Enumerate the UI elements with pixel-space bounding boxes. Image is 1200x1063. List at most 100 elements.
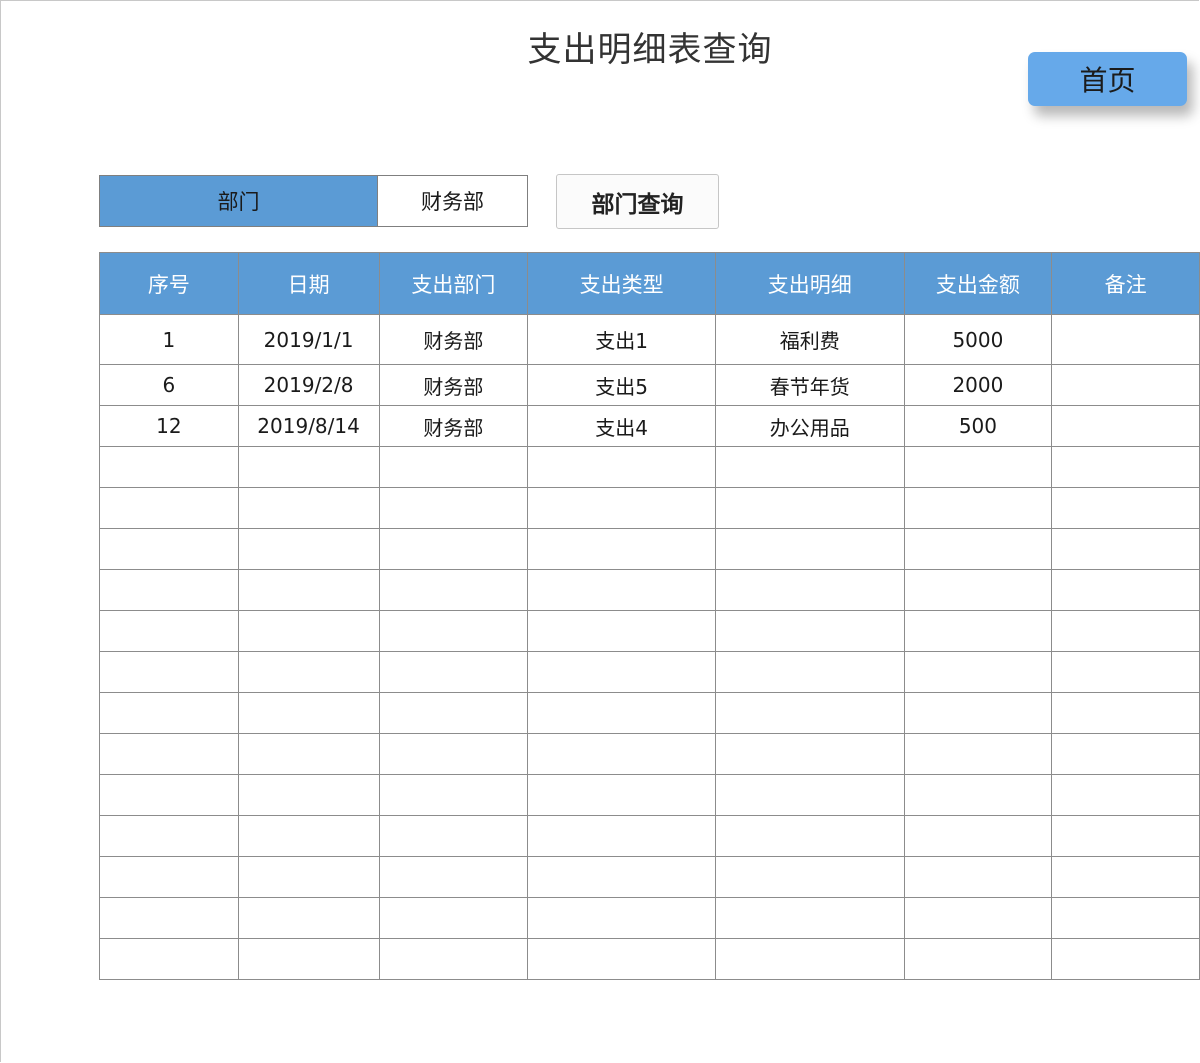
cell-date[interactable] (237, 897, 380, 939)
cell-remark[interactable] (1051, 314, 1200, 365)
cell-type[interactable] (527, 446, 716, 488)
cell-date[interactable] (237, 569, 380, 611)
cell-amount[interactable] (903, 692, 1053, 734)
cell-detail[interactable]: 办公用品 (714, 405, 905, 447)
cell-index[interactable] (99, 651, 239, 693)
cell-date[interactable] (237, 528, 380, 570)
department-input[interactable]: 财务部 (377, 175, 528, 227)
cell-detail[interactable]: 福利费 (714, 314, 905, 365)
cell-amount[interactable] (903, 856, 1053, 898)
cell-amount[interactable] (903, 528, 1053, 570)
cell-remark[interactable] (1051, 651, 1200, 693)
cell-date[interactable] (237, 856, 380, 898)
cell-detail[interactable] (714, 651, 905, 693)
cell-department[interactable] (378, 446, 529, 488)
cell-index[interactable] (99, 815, 239, 857)
cell-index[interactable] (99, 733, 239, 775)
cell-department[interactable] (378, 856, 529, 898)
cell-remark[interactable] (1051, 897, 1200, 939)
cell-amount[interactable] (903, 938, 1053, 980)
cell-date[interactable] (237, 692, 380, 734)
cell-amount[interactable] (903, 610, 1053, 652)
cell-type[interactable] (527, 528, 716, 570)
cell-remark[interactable] (1051, 610, 1200, 652)
cell-amount[interactable]: 500 (903, 405, 1053, 447)
cell-type[interactable] (527, 856, 716, 898)
cell-type[interactable] (527, 487, 716, 529)
cell-remark[interactable] (1051, 487, 1200, 529)
cell-detail[interactable] (714, 938, 905, 980)
cell-date[interactable] (237, 938, 380, 980)
cell-type[interactable] (527, 897, 716, 939)
cell-amount[interactable] (903, 733, 1053, 775)
cell-detail[interactable] (714, 897, 905, 939)
cell-department[interactable] (378, 610, 529, 652)
cell-type[interactable] (527, 651, 716, 693)
cell-type[interactable] (527, 569, 716, 611)
cell-remark[interactable] (1051, 774, 1200, 816)
cell-date[interactable] (237, 651, 380, 693)
cell-type[interactable]: 支出4 (527, 405, 716, 447)
cell-detail[interactable] (714, 446, 905, 488)
cell-type[interactable] (527, 610, 716, 652)
cell-index[interactable] (99, 610, 239, 652)
cell-amount[interactable] (903, 815, 1053, 857)
cell-date[interactable] (237, 774, 380, 816)
cell-type[interactable] (527, 774, 716, 816)
cell-type[interactable]: 支出1 (527, 314, 716, 365)
cell-amount[interactable] (903, 487, 1053, 529)
cell-amount[interactable]: 2000 (903, 364, 1053, 406)
cell-remark[interactable] (1051, 446, 1200, 488)
cell-index[interactable] (99, 569, 239, 611)
cell-detail[interactable] (714, 569, 905, 611)
cell-department[interactable] (378, 692, 529, 734)
cell-date[interactable] (237, 815, 380, 857)
cell-index[interactable] (99, 774, 239, 816)
cell-detail[interactable] (714, 528, 905, 570)
cell-detail[interactable] (714, 856, 905, 898)
cell-department[interactable] (378, 487, 529, 529)
cell-detail[interactable]: 春节年货 (714, 364, 905, 406)
cell-index[interactable]: 12 (99, 405, 239, 447)
cell-amount[interactable] (903, 774, 1053, 816)
cell-type[interactable]: 支出5 (527, 364, 716, 406)
cell-remark[interactable] (1051, 856, 1200, 898)
cell-index[interactable] (99, 938, 239, 980)
cell-detail[interactable] (714, 610, 905, 652)
cell-date[interactable] (237, 446, 380, 488)
cell-type[interactable] (527, 692, 716, 734)
cell-index[interactable]: 1 (99, 314, 239, 365)
cell-remark[interactable] (1051, 815, 1200, 857)
cell-date[interactable]: 2019/8/14 (237, 405, 380, 447)
cell-detail[interactable] (714, 692, 905, 734)
cell-department[interactable] (378, 569, 529, 611)
cell-index[interactable] (99, 692, 239, 734)
cell-type[interactable] (527, 938, 716, 980)
cell-date[interactable]: 2019/2/8 (237, 364, 380, 406)
cell-detail[interactable] (714, 815, 905, 857)
cell-remark[interactable] (1051, 692, 1200, 734)
department-query-button[interactable]: 部门查询 (556, 174, 719, 229)
cell-department[interactable] (378, 938, 529, 980)
cell-amount[interactable]: 5000 (903, 314, 1053, 365)
home-button[interactable]: 首页 (1028, 52, 1187, 106)
cell-remark[interactable] (1051, 364, 1200, 406)
cell-remark[interactable] (1051, 569, 1200, 611)
cell-date[interactable] (237, 487, 380, 529)
cell-date[interactable] (237, 610, 380, 652)
cell-index[interactable] (99, 856, 239, 898)
cell-remark[interactable] (1051, 733, 1200, 775)
cell-department[interactable]: 财务部 (378, 314, 529, 365)
cell-type[interactable] (527, 733, 716, 775)
cell-remark[interactable] (1051, 405, 1200, 447)
cell-department[interactable] (378, 897, 529, 939)
cell-detail[interactable] (714, 733, 905, 775)
cell-index[interactable] (99, 528, 239, 570)
cell-amount[interactable] (903, 569, 1053, 611)
cell-amount[interactable] (903, 897, 1053, 939)
cell-department[interactable] (378, 774, 529, 816)
cell-index[interactable] (99, 487, 239, 529)
cell-remark[interactable] (1051, 528, 1200, 570)
cell-department[interactable] (378, 528, 529, 570)
cell-index[interactable] (99, 897, 239, 939)
